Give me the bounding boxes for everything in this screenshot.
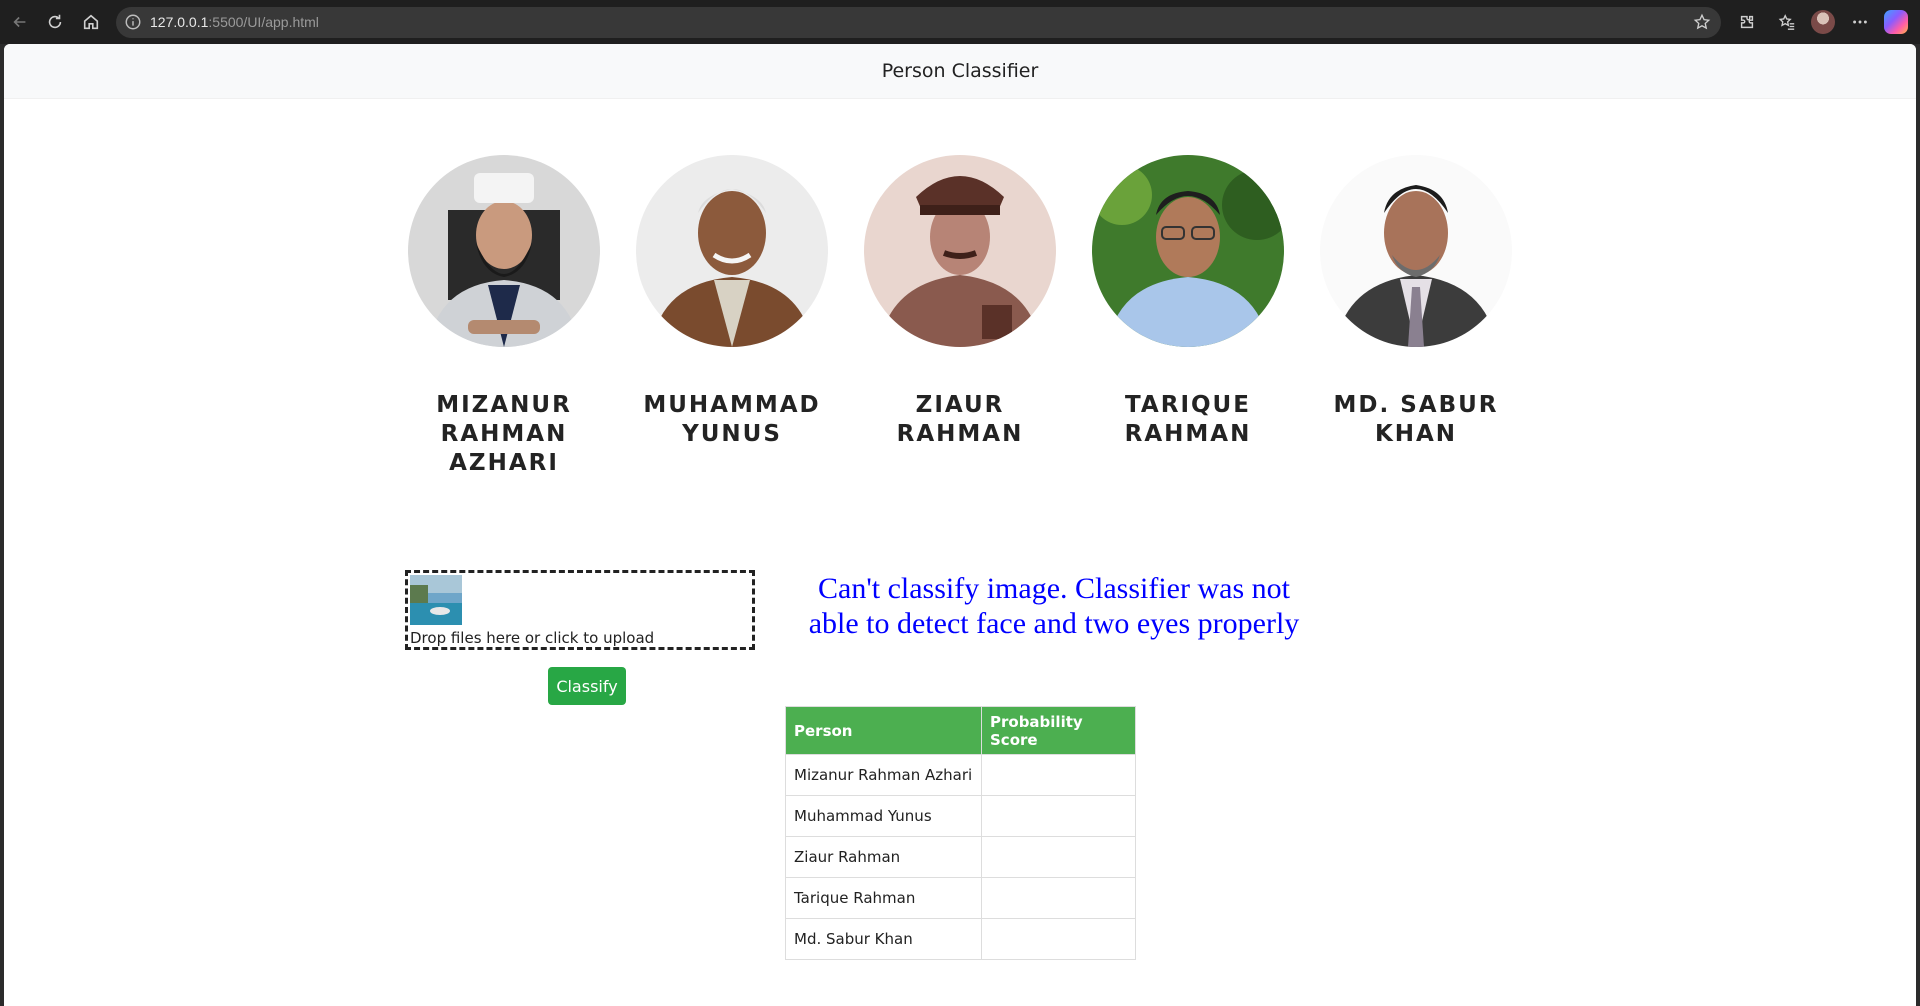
column-header-probability: Probability Score: [981, 706, 1136, 755]
person-photo: [408, 155, 600, 347]
more-options-icon[interactable]: [1847, 9, 1873, 35]
navbar: Person Classifier: [4, 44, 1916, 99]
table-row: Ziaur Rahman: [785, 836, 1136, 878]
score-cell: [981, 836, 1136, 878]
person-cell: Tarique Rahman: [785, 877, 982, 919]
column-header-person: Person: [785, 706, 982, 755]
person-card: Md. Sabur Khan: [1320, 155, 1512, 449]
person-name: Tarique Rahman: [1124, 392, 1252, 447]
person-card: Tarique Rahman: [1092, 155, 1284, 449]
person-photo: [1092, 155, 1284, 347]
favorites-icon[interactable]: [1774, 9, 1800, 35]
score-cell: [981, 877, 1136, 919]
person-name: Mizanur Rahman Azhari: [436, 392, 572, 476]
person-photo: [636, 155, 828, 347]
probability-table: Person Probability Score Mizanur Rahman …: [785, 706, 1136, 960]
table-row: Tarique Rahman: [785, 877, 1136, 919]
person-cell: Mizanur Rahman Azhari: [785, 754, 982, 796]
site-info-icon[interactable]: [124, 13, 142, 31]
url-text: 127.0.0.1:5500/UI/app.html: [150, 14, 319, 30]
error-message: Can't classify image. Classifier was not…: [808, 572, 1300, 640]
person-name: Ziaur Rahman: [896, 392, 1024, 447]
extensions-icon[interactable]: [1734, 9, 1760, 35]
browser-toolbar: 127.0.0.1:5500/UI/app.html: [0, 0, 1920, 44]
dropzone-message: Drop files here or click to upload: [410, 629, 655, 647]
person-card: Mizanur Rahman Azhari: [408, 155, 600, 478]
page-viewport: Person Classifier Mizanur Rahman Azhari: [4, 44, 1916, 1006]
home-icon[interactable]: [78, 9, 104, 35]
person-card: Ziaur Rahman: [864, 155, 1056, 449]
page-title: Person Classifier: [881, 60, 1039, 82]
uploaded-image-thumbnail: [410, 575, 462, 625]
score-cell: [981, 918, 1136, 960]
back-icon[interactable]: [7, 9, 33, 35]
reload-icon[interactable]: [42, 9, 68, 35]
person-name: Md. Sabur Khan: [1333, 392, 1499, 447]
table-row: Mizanur Rahman Azhari: [785, 754, 1136, 796]
table-row: Muhammad Yunus: [785, 795, 1136, 837]
person-photo: [1320, 155, 1512, 347]
person-card: Muhammad Yunus: [636, 155, 828, 449]
table-header-row: Person Probability Score: [785, 706, 1136, 755]
person-cell: Ziaur Rahman: [785, 836, 982, 878]
person-name: Muhammad Yunus: [643, 392, 821, 447]
person-cell: Muhammad Yunus: [785, 795, 982, 837]
score-cell: [981, 795, 1136, 837]
score-cell: [981, 754, 1136, 796]
profile-avatar-icon[interactable]: [1811, 10, 1835, 34]
upload-dropzone[interactable]: Drop files here or click to upload: [405, 570, 755, 650]
favorite-star-icon[interactable]: [1693, 13, 1711, 31]
table-row: Md. Sabur Khan: [785, 918, 1136, 960]
person-photo: [864, 155, 1056, 347]
person-cell: Md. Sabur Khan: [785, 918, 982, 960]
address-bar[interactable]: 127.0.0.1:5500/UI/app.html: [116, 7, 1721, 38]
copilot-icon[interactable]: [1884, 10, 1908, 34]
classify-button[interactable]: Classify: [548, 667, 626, 705]
